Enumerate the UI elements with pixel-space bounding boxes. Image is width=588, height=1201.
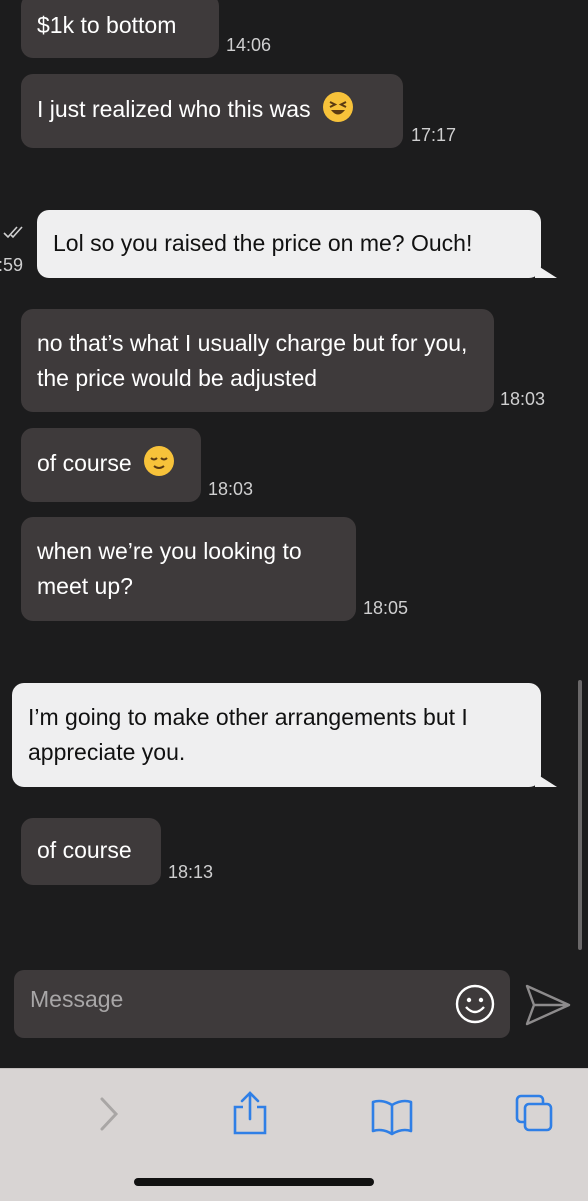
message-text: when we’re you looking to meet up? <box>37 538 302 599</box>
tabs-icon[interactable] <box>514 1093 556 1135</box>
forward-chevron-icon[interactable] <box>90 1093 130 1137</box>
message-time: 17:17 <box>411 125 457 145</box>
send-arrow-icon[interactable] <box>524 982 572 1028</box>
message-text: Lol so you raised the price on me? Ouch! <box>53 230 473 256</box>
smiley-icon[interactable] <box>454 983 496 1025</box>
read-receipt-icon <box>3 226 23 239</box>
laughing-squint-emoji <box>322 92 353 122</box>
message-text: of course <box>37 837 132 863</box>
relieved-face-emoji <box>144 446 174 476</box>
message-placeholder: Message <box>30 986 124 1012</box>
message-text: $1k to bottom <box>37 12 177 38</box>
message-text: no that’s what I usually charge but for … <box>37 330 468 391</box>
message-bubble-incoming[interactable]: $1k to bottom <box>21 0 219 58</box>
message-bubble-outgoing[interactable]: Lol so you raised the price on me? Ouch! <box>37 210 557 278</box>
message-bubble-incoming[interactable]: I just realized who this was <box>21 74 403 148</box>
scrollbar[interactable] <box>578 680 582 950</box>
message-time: 18:05 <box>363 598 409 618</box>
message-bubble-incoming[interactable]: of course <box>21 428 201 502</box>
message-bubble-outgoing[interactable]: I’m going to make other arrangements but… <box>12 683 557 787</box>
share-icon[interactable] <box>230 1089 270 1137</box>
bookmarks-icon[interactable] <box>370 1095 414 1139</box>
message-input[interactable]: Message <box>14 970 510 1038</box>
message-bubble-incoming[interactable]: of course <box>21 818 161 885</box>
message-time: :59 <box>0 255 24 275</box>
message-bubble-incoming[interactable]: when we’re you looking to meet up? <box>21 517 356 621</box>
home-indicator[interactable] <box>134 1178 374 1186</box>
message-time: 18:13 <box>168 862 214 882</box>
message-text: of course <box>37 450 132 476</box>
message-time: 18:03 <box>500 389 546 409</box>
message-bubble-incoming[interactable]: no that’s what I usually charge but for … <box>21 309 494 412</box>
message-text: I just realized who this was <box>37 96 311 122</box>
message-time: 14:06 <box>226 35 272 55</box>
message-time: 18:03 <box>208 479 254 499</box>
message-text: I’m going to make other arrangements but… <box>28 704 468 765</box>
